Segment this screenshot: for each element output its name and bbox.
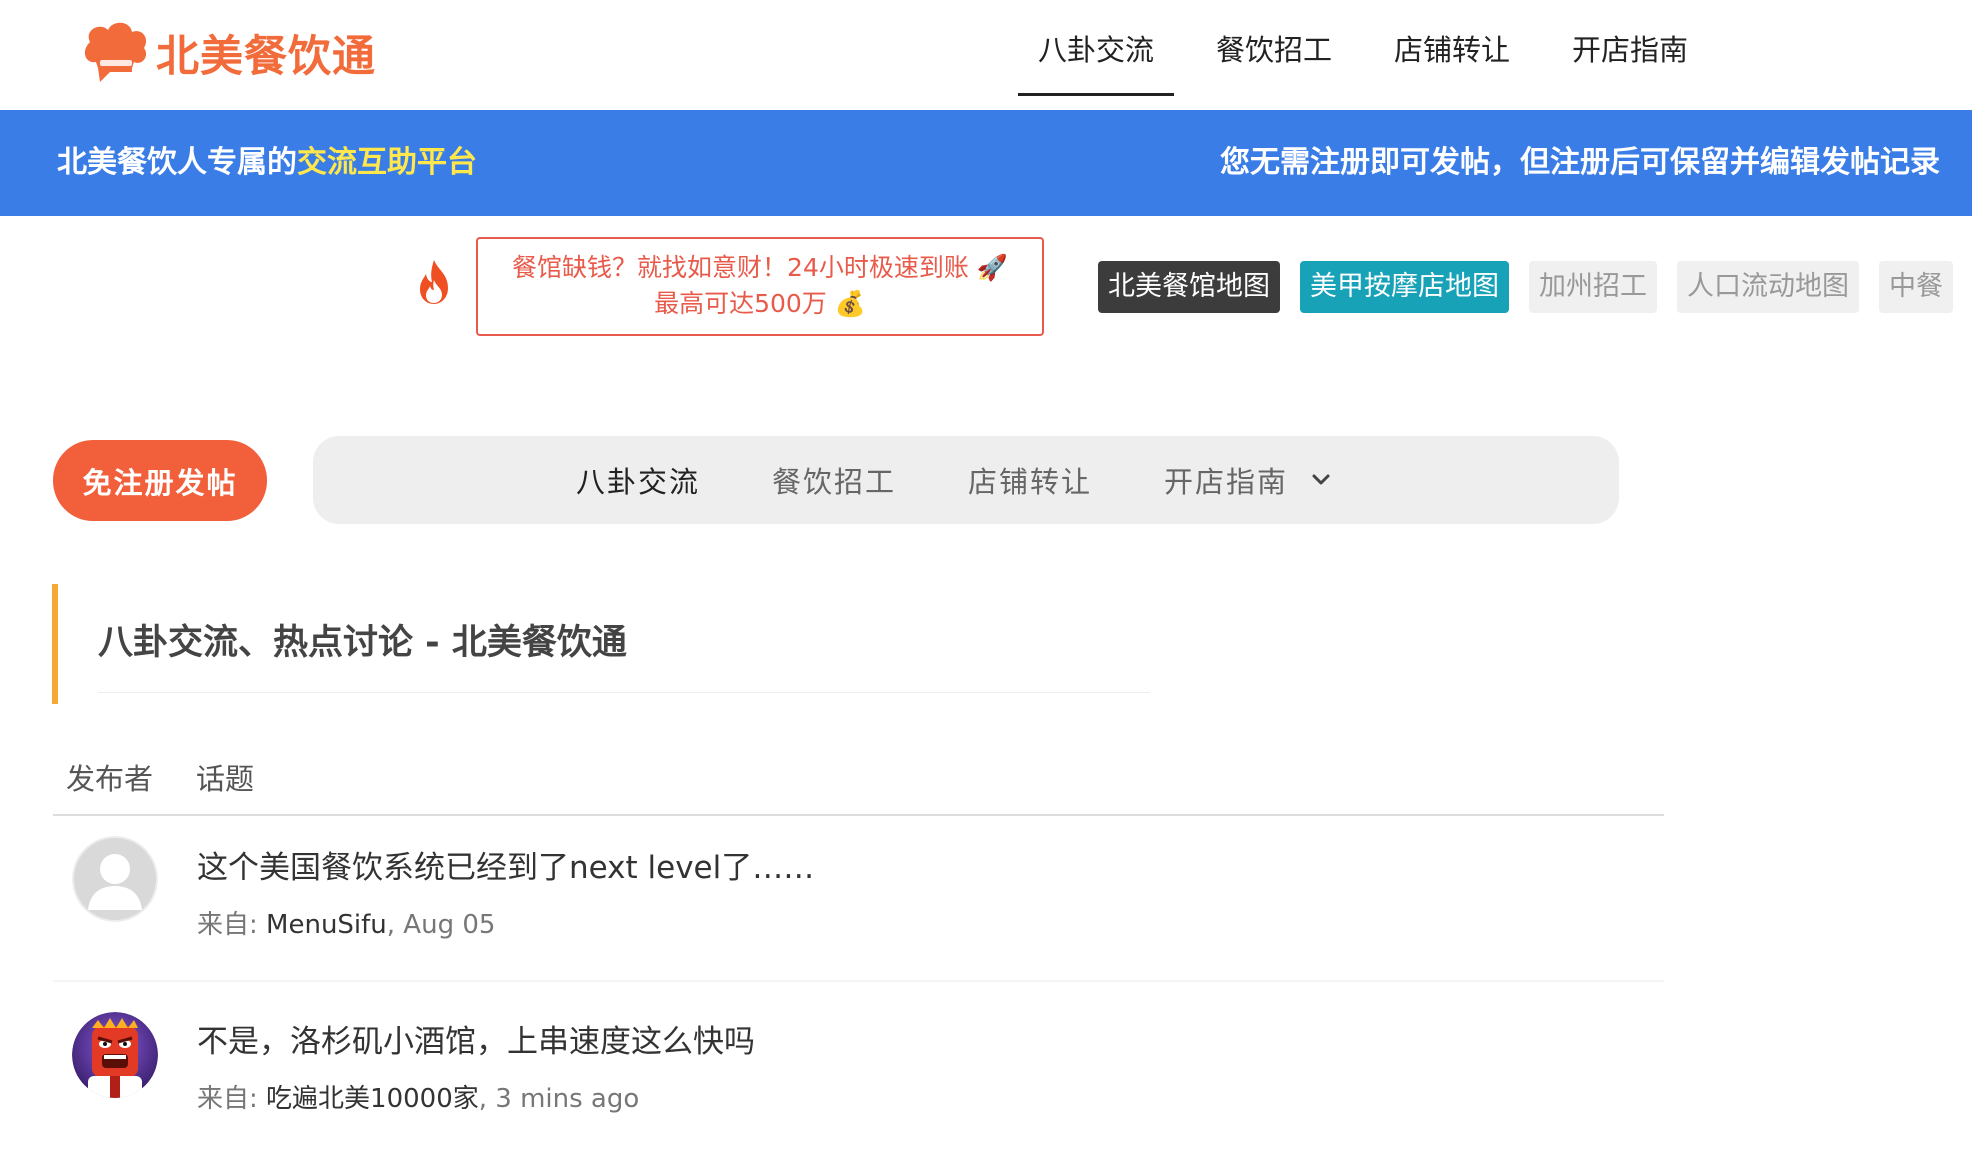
table-row[interactable]: 不是，洛杉矶小酒馆，上串速度这么快吗 来自: 吃遍北美10000家, 3 min… [53, 992, 1664, 1154]
category-subnav: 八卦交流 餐饮招工 店铺转让 开店指南 [313, 436, 1619, 524]
page-title: 八卦交流、热点讨论 - 北美餐饮通 [98, 623, 627, 663]
quick-link-population-map[interactable]: 人口流动地图 [1677, 261, 1859, 313]
top-navbar: 北美餐饮通 八卦交流 餐饮招工 店铺转让 开店指南 [0, 0, 1972, 110]
top-nav-transfer[interactable]: 店铺转让 [1374, 0, 1530, 96]
default-user-avatar[interactable] [72, 836, 158, 922]
banner-slogan: 北美餐饮人专属的交流互助平台 [57, 110, 477, 216]
chevron-down-icon[interactable] [1310, 469, 1332, 491]
banner-slogan-highlight: 交流互助平台 [297, 145, 477, 180]
quick-link-restaurant-map[interactable]: 北美餐馆地图 [1098, 261, 1280, 313]
brand-logo[interactable]: 北美餐饮通 [76, 18, 376, 88]
topic-title-link[interactable]: 不是，洛杉矶小酒馆，上串速度这么快吗 [197, 1016, 755, 1061]
header-poster: 发布者 [66, 762, 154, 796]
author-name[interactable]: MenuSifu [266, 910, 387, 940]
from-label: 来自: [197, 910, 258, 940]
banner-notice: 您无需注册即可发帖，但注册后可保留并编辑发帖记录 [1220, 145, 1940, 180]
author-name[interactable]: 吃遍北美10000家 [266, 1084, 479, 1114]
loan-promo-ad[interactable]: 餐馆缺钱？就找如意财！24小时极速到账 🚀 最高可达500万 💰 [476, 237, 1044, 336]
quick-link-nail-spa-map[interactable]: 美甲按摩店地图 [1300, 261, 1509, 313]
topic-title-link[interactable]: 这个美国餐饮系统已经到了next level了…… [197, 842, 814, 887]
quick-links: 北美餐馆地图 美甲按摩店地图 加州招工 人口流动地图 中餐 [1098, 261, 1953, 313]
brand-name: 北美餐饮通 [156, 32, 376, 82]
subnav-transfer[interactable]: 店铺转让 [968, 459, 1092, 501]
top-nav-guide[interactable]: 开店指南 [1552, 0, 1708, 96]
subnav-jobs[interactable]: 餐饮招工 [772, 459, 896, 501]
banner-slogan-prefix: 北美餐饮人专属的 [57, 145, 297, 180]
announcement-banner: 北美餐饮人专属的交流互助平台 您无需注册即可发帖，但注册后可保留并编辑发帖记录 [0, 110, 1972, 216]
chef-hat-chat-icon [84, 22, 147, 82]
top-nav-jobs[interactable]: 餐饮招工 [1196, 0, 1352, 96]
promo-line-1: 餐馆缺钱？就找如意财！24小时极速到账 🚀 [512, 253, 1008, 282]
top-nav-gossip[interactable]: 八卦交流 [1018, 0, 1175, 96]
header-topic: 话题 [196, 762, 255, 796]
subnav-guide[interactable]: 开店指南 [1164, 459, 1288, 501]
topic-meta: 来自: MenuSifu, Aug 05 [197, 904, 495, 941]
section-divider [98, 692, 1150, 693]
subnav-gossip[interactable]: 八卦交流 [576, 459, 700, 501]
quick-link-chinese-food[interactable]: 中餐 [1879, 261, 1953, 313]
table-row[interactable]: 这个美国餐饮系统已经到了next level了…… 来自: MenuSifu, … [53, 818, 1664, 982]
topic-table-header: 发布者 话题 [53, 756, 1664, 816]
top-nav: 八卦交流 餐饮招工 店铺转让 开店指南 [1018, 0, 1730, 110]
angry-character-avatar[interactable] [72, 1012, 158, 1098]
fire-icon [420, 260, 448, 304]
promo-line-2: 最高可达500万 💰 [654, 289, 866, 318]
topic-meta: 来自: 吃遍北美10000家, 3 mins ago [197, 1078, 639, 1115]
post-without-register-button[interactable]: 免注册发帖 [53, 440, 267, 521]
post-time: , 3 mins ago [478, 1084, 640, 1114]
section-accent-bar [52, 584, 58, 704]
quick-link-ca-jobs[interactable]: 加州招工 [1529, 261, 1657, 313]
post-time: , Aug 05 [386, 910, 496, 940]
from-label: 来自: [197, 1084, 258, 1114]
